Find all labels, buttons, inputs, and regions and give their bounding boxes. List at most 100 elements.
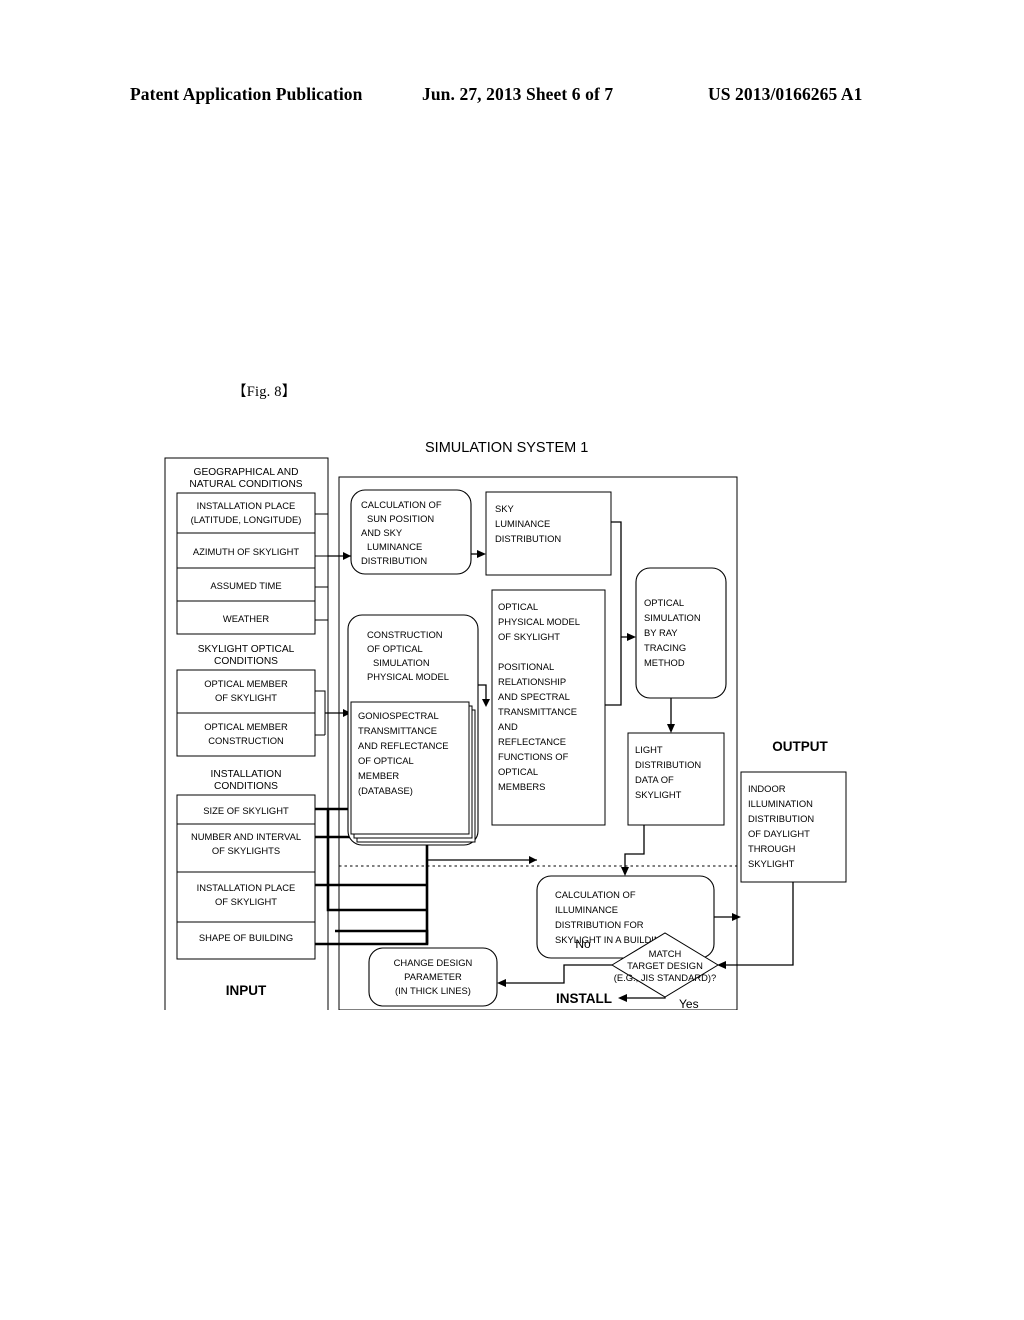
figure-8-flowchart: SIMULATION SYSTEM 1 GEOGRAPHICAL AND NAT… [155,430,875,1010]
node-calc-sun-line5: DISTRIBUTION [361,555,427,566]
input-item-weather[interactable]: WEATHER [223,613,269,624]
input-item-installation-place-line2[interactable]: (LATITUDE, LONGITUDE) [191,514,302,525]
input-group-heading-skylight-optical-line2: CONDITIONS [214,656,278,667]
arrowhead [497,979,506,987]
node-indoor-line2: ILLUMINATION [748,798,813,809]
node-change-design-line2: PARAMETER [404,971,462,982]
arrowhead [621,867,629,876]
node-calc-sun-line3: AND SKY [361,527,403,538]
input-item-assumed-time[interactable]: ASSUMED TIME [210,580,281,591]
node-decision-line1: MATCH [649,948,682,959]
node-positional-line9: MEMBERS [498,781,545,792]
input-item-installation-place-skylight-line1[interactable]: INSTALLATION PLACE [197,882,296,893]
figure-label: 【Fig. 8】 [232,384,297,400]
node-calc-illum-line3: DISTRIBUTION FOR [555,919,644,930]
input-item-size-of-skylight[interactable]: SIZE OF SKYLIGHT [203,805,289,816]
node-optical-physical-line1: OPTICAL [498,601,538,612]
node-positional-line7: FUNCTIONS OF [498,751,569,762]
arrowhead [627,633,636,641]
branch-label-no: No [575,937,591,951]
arrowhead [529,856,537,864]
arrowhead [618,994,627,1002]
node-gonio-line2: TRANSMITTANCE [358,725,437,736]
node-indoor-line3: DISTRIBUTION [748,813,814,824]
node-light-dist-line1: LIGHT [635,744,663,755]
node-light-dist-line3: DATA OF [635,774,674,785]
node-sky-lum-line2: LUMINANCE [495,518,550,529]
node-ray-tracing-line5: METHOD [644,657,685,668]
arrowhead [343,552,351,560]
input-group-heading-skylight-optical-line1: SKYLIGHT OPTICAL [198,644,295,655]
publication-type: Patent Application Publication [130,84,363,104]
node-decision-line2: TARGET DESIGN [627,960,703,971]
node-sky-lum-line1: SKY [495,503,515,514]
input-item-optical-member-of-skylight-line2[interactable]: OF SKYLIGHT [215,692,277,703]
node-positional-line5: AND [498,721,518,732]
node-indoor-line4: OF DAYLIGHT [748,828,810,839]
node-goniospectral-database[interactable] [350,701,470,835]
no-branch-line [500,964,612,984]
node-ray-tracing-line2: SIMULATION [644,612,701,623]
node-ray-tracing-line3: BY RAY [644,627,678,638]
node-construction-line4: PHYSICAL MODEL [367,671,449,682]
patent-page: Patent Application Publication Jun. 27, … [0,0,1024,1320]
node-calc-sun-line1: CALCULATION OF [361,499,442,510]
input-item-optical-member-construction-line1[interactable]: OPTICAL MEMBER [204,721,288,732]
node-light-dist-line4: SKYLIGHT [635,789,682,800]
node-optical-physical-line2: PHYSICAL MODEL [498,616,580,627]
node-indoor-line1: INDOOR [748,783,786,794]
skylight-optical-bracket [315,690,326,736]
node-gonio-line3: AND REFLECTANCE [358,740,448,751]
change-design-feedback-line [335,929,429,944]
node-calc-sun-line2: SUN POSITION [367,513,434,524]
input-item-optical-member-of-skylight-line1[interactable]: OPTICAL MEMBER [204,678,288,689]
node-construction-line1: CONSTRUCTION [367,629,443,640]
input-item-number-interval-line1[interactable]: NUMBER AND INTERVAL [191,831,301,842]
node-positional-line2: RELATIONSHIP [498,676,566,687]
input-group-heading-geographical-line2: NATURAL CONDITIONS [189,479,302,490]
node-gonio-line5: MEMBER [358,770,399,781]
arrowhead [667,724,675,733]
arrowhead [482,699,490,707]
node-change-design-line1: CHANGE DESIGN [394,957,473,968]
node-positional-line8: OPTICAL [498,766,538,777]
output-to-decision-line [720,882,794,966]
node-light-dist-line2: DISTRIBUTION [635,759,701,770]
input-item-shape-of-building[interactable]: SHAPE OF BUILDING [199,932,293,943]
input-item-installation-place-skylight-line2[interactable]: OF SKYLIGHT [215,896,277,907]
input-group-heading-geographical-line1: GEOGRAPHICAL AND [194,467,299,478]
yes-branch-line [621,997,666,999]
node-sky-lum-line3: DISTRIBUTION [495,533,561,544]
input-item-azimuth-of-skylight[interactable]: AZIMUTH OF SKYLIGHT [193,546,300,557]
node-change-design-line3: (IN THICK LINES) [395,985,471,996]
node-positional-line4: TRANSMITTANCE [498,706,577,717]
node-construction-line3: SIMULATION [373,657,430,668]
node-calc-illum-line2: ILLUMINANCE [555,904,618,915]
node-ray-tracing-line1: OPTICAL [644,597,684,608]
branch-label-yes: Yes [679,997,699,1010]
input-item-number-interval-line2[interactable]: OF SKYLIGHTS [212,845,280,856]
input-group-heading-installation-line1: INSTALLATION [211,769,282,780]
input-group-heading-installation-line2: CONDITIONS [214,781,278,792]
node-positional-line6: REFLECTANCE [498,736,566,747]
input-label: INPUT [226,983,267,998]
light-dist-to-calc-illuminance-line [624,825,645,873]
node-optical-physical-line3: OF SKYLIGHT [498,631,560,642]
node-construction-line2: OF OPTICAL [367,643,423,654]
input-item-optical-member-construction-line2[interactable]: CONSTRUCTION [208,735,284,746]
node-ray-tracing-line4: TRACING [644,642,686,653]
node-gonio-line4: OF OPTICAL [358,755,414,766]
node-gonio-line6: (DATABASE) [358,785,413,796]
geographical-bracket [315,513,329,621]
install-label: INSTALL [556,991,612,1006]
node-gonio-line1: GONIOSPECTRAL [358,710,439,721]
node-positional-line1: POSITIONAL [498,661,554,672]
node-calc-illum-line1: CALCULATION OF [555,889,636,900]
node-indoor-line6: SKYLIGHT [748,858,795,869]
node-positional-line3: AND SPECTRAL [498,691,570,702]
node-decision-line3: (E.G., JIS STANDARD)? [614,972,716,983]
node-indoor-line5: THROUGH [748,843,795,854]
publication-header: Patent Application Publication Jun. 27, … [130,84,894,112]
input-item-installation-place-line1[interactable]: INSTALLATION PLACE [197,500,296,511]
publication-date-sheet: Jun. 27, 2013 Sheet 6 of 7 [422,84,614,104]
